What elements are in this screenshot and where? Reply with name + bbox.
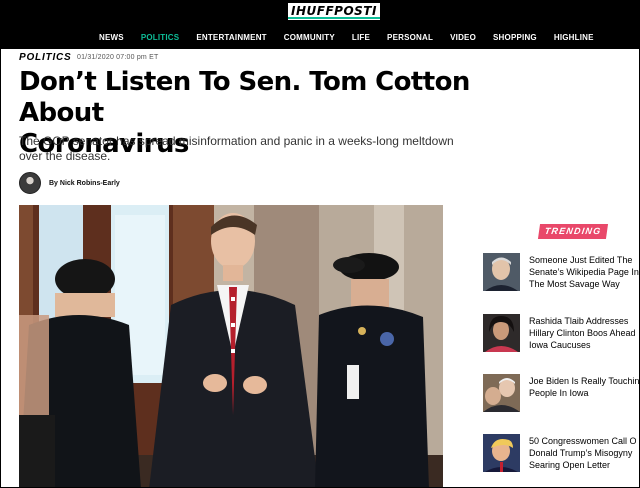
trending-title[interactable]: Someone Just Edited The Senate’s Wikiped…	[529, 254, 639, 290]
hero-image	[19, 205, 443, 487]
byline: By Nick Robins-Early	[19, 172, 120, 194]
huffpost-logo[interactable]: IHUFFPOSTI	[288, 3, 380, 20]
trending-title[interactable]: 50 Congresswomen Call O Donald Trump’s M…	[529, 435, 639, 471]
trending-title-line: Iowa Caucuses	[529, 340, 591, 350]
trending-item[interactable]: Rashida Tlaib Addresses Hillary Clinton …	[483, 314, 639, 354]
trending-item[interactable]: 50 Congresswomen Call O Donald Trump’s M…	[483, 434, 639, 474]
nav-community[interactable]: COMMUNITY	[284, 31, 335, 45]
nav-politics[interactable]: POLITICS	[141, 31, 180, 45]
article-subhead: The GOP senator has spread misinformatio…	[19, 134, 459, 164]
thumbnail-image	[483, 374, 520, 412]
article-dateline: 01/31/2020 07:00 pm ET	[77, 54, 159, 61]
page: IHUFFPOSTI NEWS POLITICS ENTERTAINMENT C…	[0, 0, 640, 488]
logo-accent-bar	[288, 17, 380, 19]
nav-shopping[interactable]: SHOPPING	[493, 31, 537, 45]
subhead-line-1: The GOP senator has spread misinformatio…	[19, 134, 454, 148]
trending-item[interactable]: Joe Biden Is Really Touchin People In Io…	[483, 374, 640, 414]
thumbnail-image	[483, 434, 520, 472]
trending-title-line: Rashida Tlaib Addresses	[529, 316, 629, 326]
nav-highline[interactable]: HIGHLINE	[554, 31, 594, 45]
trending-thumbnail[interactable]	[483, 314, 520, 352]
trending-title-line: The Most Savage Way	[529, 279, 620, 289]
trending-title-line: Donald Trump’s Misogyny	[529, 448, 633, 458]
nav-life[interactable]: LIFE	[352, 31, 370, 45]
trending-title-line: People In Iowa	[529, 388, 589, 398]
author-name[interactable]: By Nick Robins-Early	[49, 180, 120, 187]
trending-title-line: Senate’s Wikipedia Page In	[529, 267, 639, 277]
author-avatar[interactable]	[19, 172, 41, 194]
headline-line-1: Don’t Listen To Sen. Tom Cotton About	[19, 67, 470, 128]
thumbnail-image	[483, 253, 520, 291]
trending-thumbnail[interactable]	[483, 253, 520, 291]
section-label[interactable]: POLITICS	[19, 52, 72, 63]
nav-news[interactable]: NEWS	[99, 31, 124, 45]
trending-title-line: Joe Biden Is Really Touchin	[529, 376, 640, 386]
trending-thumbnail[interactable]	[483, 374, 520, 412]
logo-text: IHUFFPOSTI	[291, 4, 377, 18]
nav-personal[interactable]: PERSONAL	[387, 31, 433, 45]
trending-title[interactable]: Rashida Tlaib Addresses Hillary Clinton …	[529, 315, 639, 351]
trending-title-line: Searing Open Letter	[529, 460, 611, 470]
trending-title-line: 50 Congresswomen Call O	[529, 436, 637, 446]
trending-title-line: Hillary Clinton Boos Ahead	[529, 328, 636, 338]
trending-badge: TRENDING	[537, 224, 609, 239]
trending-title-line: Someone Just Edited The	[529, 255, 633, 265]
site-header: IHUFFPOSTI NEWS POLITICS ENTERTAINMENT C…	[1, 1, 639, 49]
thumbnail-image	[483, 314, 520, 352]
main-nav: NEWS POLITICS ENTERTAINMENT COMMUNITY LI…	[99, 31, 611, 45]
nav-entertainment[interactable]: ENTERTAINMENT	[196, 31, 266, 45]
trending-item[interactable]: Someone Just Edited The Senate’s Wikiped…	[483, 253, 639, 293]
trending-thumbnail[interactable]	[483, 434, 520, 472]
nav-video[interactable]: VIDEO	[450, 31, 476, 45]
subhead-line-2: over the disease.	[19, 149, 111, 163]
trending-title[interactable]: Joe Biden Is Really Touchin People In Io…	[529, 375, 640, 399]
hero-photo-illustration	[19, 205, 443, 487]
